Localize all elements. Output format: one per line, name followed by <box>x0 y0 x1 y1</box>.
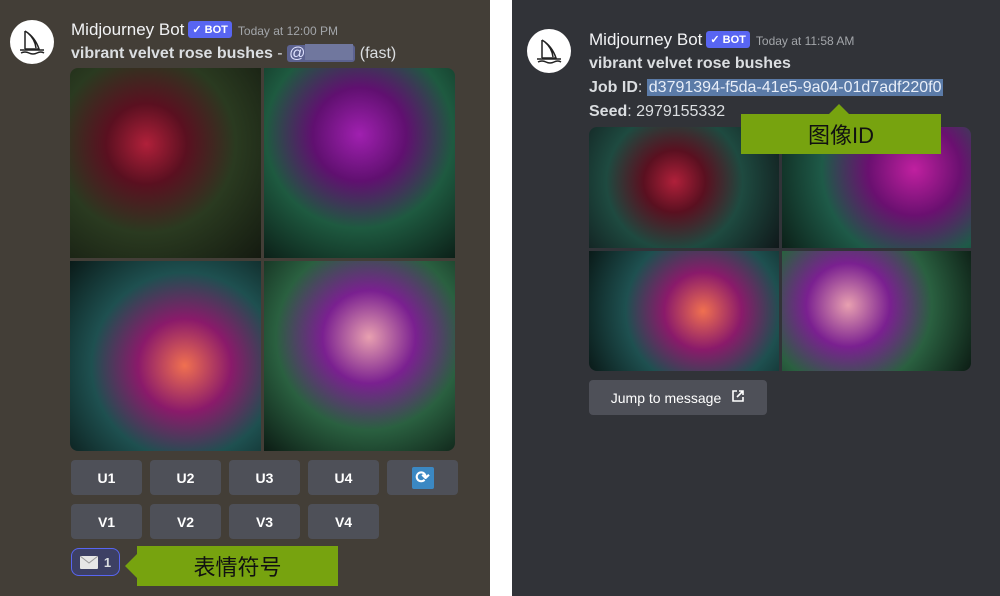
image-id-callout: 图像ID <box>741 104 941 154</box>
sailboat-icon <box>537 39 562 64</box>
refresh-icon: ⟳ <box>411 466 434 489</box>
avatar[interactable] <box>10 20 54 64</box>
user-mention[interactable]: @ <box>287 44 356 62</box>
jump-to-message-button[interactable]: Jump to message <box>589 380 767 415</box>
callout-arrow <box>125 554 137 578</box>
image-grid[interactable] <box>589 127 971 371</box>
separator: - <box>272 45 288 62</box>
bot-badge: ✓ BOT <box>188 21 232 38</box>
job-id-line: Job ID: d3791394-f5da-41e5-9a04-01d7adf2… <box>589 79 944 96</box>
seed-line: Seed: 2979155332 <box>589 103 726 120</box>
left-message-panel: Midjourney Bot ✓ BOT Today at 12:00 PM vib… <box>0 0 490 596</box>
sailboat-icon <box>20 30 45 55</box>
callout-arrow <box>829 104 849 114</box>
callout-text: 表情符号 <box>193 555 282 580</box>
author-name[interactable]: Midjourney Bot <box>71 20 184 39</box>
right-message-panel: Midjourney Bot ✓ BOT Today at 11:58 AM vib… <box>512 0 1000 596</box>
seed-value: 2979155332 <box>636 103 726 120</box>
reaction-count: 1 <box>103 554 112 570</box>
prompt-text: vibrant velvet rose bushes <box>71 45 273 62</box>
mode-text: (fast) <box>359 45 397 62</box>
redacted-username <box>305 44 354 60</box>
envelope-icon <box>79 555 98 569</box>
upscale-4-button[interactable]: U4 <box>308 460 379 495</box>
job-id-value[interactable]: d3791394-f5da-41e5-9a04-01d7adf220f0 <box>646 79 944 96</box>
mention-at: @ <box>289 45 306 62</box>
message-header: Midjourney Bot ✓ BOT Today at 11:58 AM <box>589 30 854 50</box>
image-2[interactable] <box>264 68 455 258</box>
jump-label: Jump to message <box>610 389 722 406</box>
emoji-callout: 表情符号 <box>125 546 338 586</box>
bot-badge: ✓ BOT <box>706 31 750 48</box>
image-3[interactable] <box>589 250 779 371</box>
external-link-icon <box>731 389 745 406</box>
image-4[interactable] <box>781 250 971 371</box>
callout-text: 图像ID <box>807 123 874 148</box>
variation-3-button[interactable]: V3 <box>229 504 300 539</box>
image-3[interactable] <box>70 261 261 451</box>
prompt-text: vibrant velvet rose bushes <box>589 55 791 72</box>
avatar[interactable] <box>527 29 571 73</box>
variation-4-button[interactable]: V4 <box>308 504 379 539</box>
reroll-button[interactable]: ⟳ <box>387 460 458 495</box>
image-grid[interactable] <box>70 68 455 451</box>
timestamp: Today at 11:58 AM <box>755 34 855 48</box>
upscale-1-button[interactable]: U1 <box>71 460 142 495</box>
upscale-3-button[interactable]: U3 <box>229 460 300 495</box>
prompt-line: vibrant velvet rose bushes - @ (fast) <box>71 44 396 63</box>
author-name[interactable]: Midjourney Bot <box>589 30 702 49</box>
image-1[interactable] <box>70 68 261 258</box>
image-4[interactable] <box>264 261 455 451</box>
upscale-2-button[interactable]: U2 <box>150 460 221 495</box>
seed-label: Seed <box>589 103 628 120</box>
job-id-label: Job ID <box>589 79 638 96</box>
variation-2-button[interactable]: V2 <box>150 504 221 539</box>
message-header: Midjourney Bot ✓ BOT Today at 12:00 PM <box>71 20 338 40</box>
timestamp: Today at 12:00 PM <box>237 24 338 38</box>
variation-1-button[interactable]: V1 <box>71 504 142 539</box>
reaction-button[interactable]: 1 <box>71 548 120 576</box>
